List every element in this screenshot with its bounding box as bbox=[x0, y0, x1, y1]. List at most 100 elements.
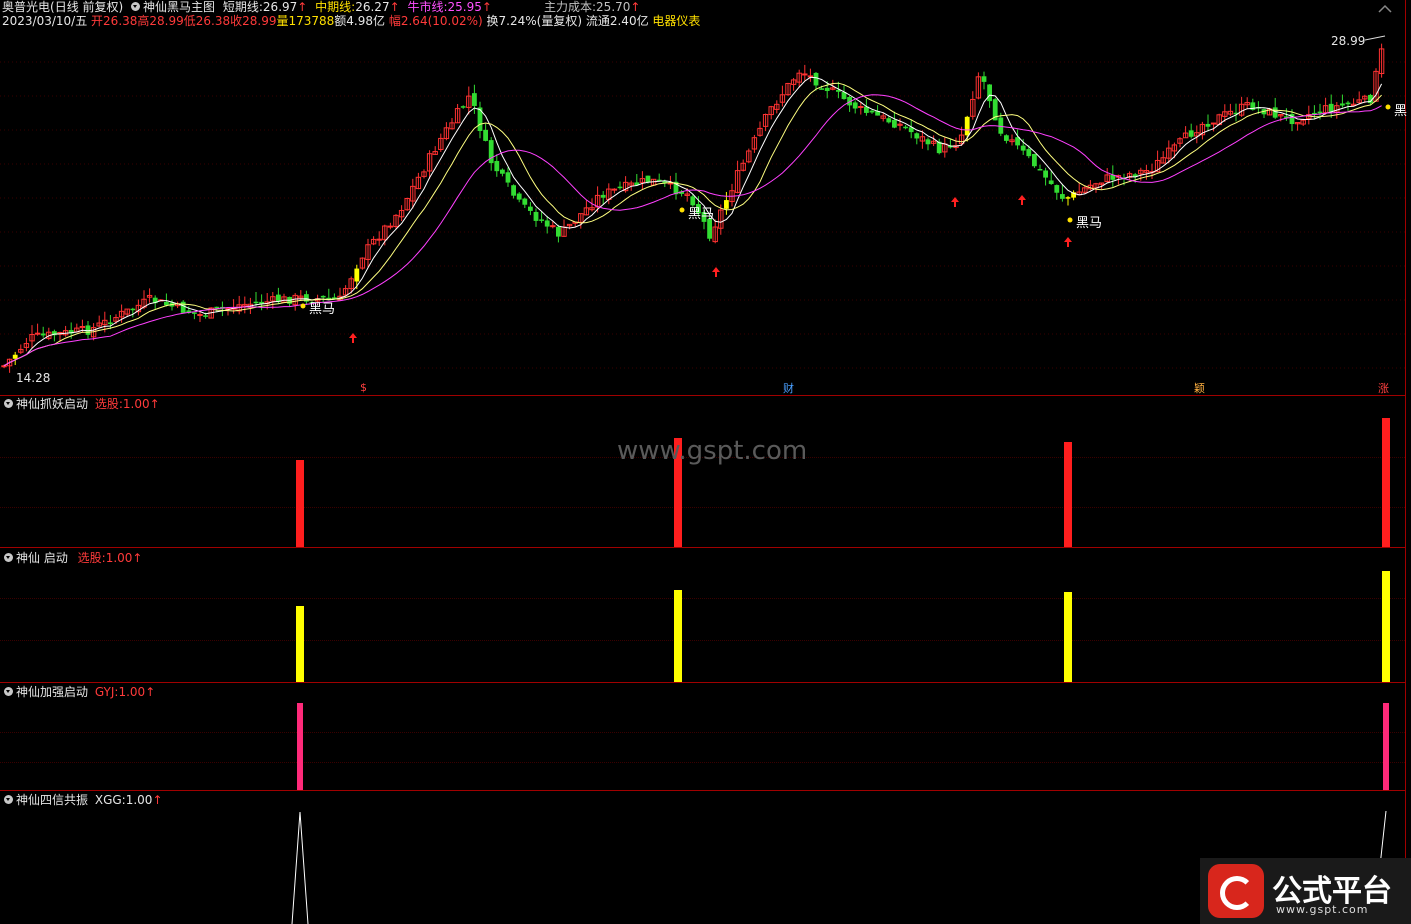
event-marker[interactable]: 颖 bbox=[1194, 380, 1205, 396]
candle-body bbox=[180, 301, 186, 313]
signal-bar bbox=[296, 460, 304, 547]
panel1-field: 选股: bbox=[94, 397, 123, 411]
cost-value: 25.70 bbox=[596, 0, 631, 14]
dropdown-icon[interactable] bbox=[131, 2, 141, 11]
candle-body bbox=[807, 75, 814, 78]
candle-body bbox=[1054, 185, 1060, 193]
candle-body bbox=[12, 354, 18, 359]
bull-line-label: 牛市线: bbox=[407, 0, 448, 14]
candle-body bbox=[1043, 170, 1048, 178]
heima-label: 黑马 bbox=[1076, 216, 1103, 231]
dropdown-icon[interactable] bbox=[4, 399, 13, 408]
indicator-menu[interactable]: 神仙黑马主图 bbox=[131, 0, 215, 14]
event-marker[interactable]: 涨 bbox=[1378, 380, 1389, 396]
up-arrow-icon: ↑ bbox=[630, 0, 641, 14]
signal-bar bbox=[296, 606, 304, 682]
buy-arrow-icon bbox=[1018, 195, 1026, 205]
candle-body bbox=[376, 238, 382, 241]
candle-body bbox=[528, 206, 533, 211]
candle-body bbox=[1205, 123, 1211, 127]
panel1-header: 神仙抓妖启动 选股:1.00↑ bbox=[4, 397, 160, 411]
indicator-pane-2[interactable]: 神仙 启动 选股:1.00↑ bbox=[0, 548, 1411, 683]
date-label: 2023/03/10/五 bbox=[2, 14, 88, 28]
float-label: 流通2.40亿 bbox=[585, 14, 649, 28]
indicator-1-bars bbox=[296, 418, 1390, 547]
signal-bar bbox=[1064, 442, 1072, 547]
main-header-row2: 2023/03/10/五 开26.38高28.99低26.38收28.99量17… bbox=[2, 14, 700, 28]
panel4-name[interactable]: 神仙四信共振 bbox=[16, 793, 88, 807]
logo-url: www.gspt.com bbox=[1276, 903, 1369, 916]
up-arrow-icon: ↑ bbox=[149, 397, 160, 411]
candle-body bbox=[108, 322, 113, 325]
dropdown-icon[interactable] bbox=[4, 795, 13, 804]
panel4-value: 1.00 bbox=[125, 793, 153, 807]
candle-body bbox=[858, 105, 864, 108]
candle-body bbox=[1020, 145, 1026, 151]
candle-body bbox=[869, 110, 875, 113]
indicator-pane-3[interactable]: 神仙加强启动 GYJ:1.00↑ bbox=[0, 683, 1411, 791]
candle-body bbox=[387, 225, 394, 228]
candle-body bbox=[892, 119, 897, 128]
indicator-pane-1[interactable]: 神仙抓妖启动 选股:1.00↑ www.gspt.com bbox=[0, 396, 1411, 548]
candle-body bbox=[203, 315, 208, 317]
period-label[interactable]: (日线 前复权) bbox=[50, 0, 123, 14]
scroll-up-button[interactable] bbox=[1374, 2, 1396, 16]
heima-dot bbox=[1067, 217, 1073, 223]
candle-body bbox=[40, 333, 46, 336]
candle-body bbox=[813, 72, 819, 86]
indicator-name: 神仙黑马主图 bbox=[143, 0, 216, 14]
main-chart-pane[interactable]: 奥普光电(日线 前复权) 神仙黑马主图 短期线:26.97↑ 中期线:26.27… bbox=[0, 0, 1411, 396]
signal-bar bbox=[674, 590, 682, 682]
candle-body bbox=[886, 118, 892, 123]
panel4-field: XGG: bbox=[94, 793, 126, 807]
candle-body bbox=[617, 186, 623, 189]
event-marker[interactable]: $ bbox=[360, 381, 367, 394]
high-price: 高28.99 bbox=[137, 14, 184, 28]
panel3-header: 神仙加强启动 GYJ:1.00↑ bbox=[4, 685, 155, 699]
candle-body bbox=[1272, 107, 1278, 118]
panel2-name[interactable]: 神仙 启动 bbox=[16, 551, 68, 565]
panel1-name[interactable]: 神仙抓妖启动 bbox=[16, 397, 88, 411]
candle-body bbox=[539, 219, 544, 221]
candle-body bbox=[824, 87, 830, 91]
candle-body bbox=[914, 133, 920, 139]
panel2-field: 选股: bbox=[77, 551, 106, 565]
candle-body bbox=[460, 106, 466, 108]
panel3-field: GYJ: bbox=[94, 685, 119, 699]
signal-bar bbox=[1382, 571, 1390, 682]
heima-label: 黑 bbox=[1394, 104, 1408, 119]
indicator-3-bars bbox=[297, 703, 1389, 790]
candle-body bbox=[130, 308, 136, 311]
dropdown-icon[interactable] bbox=[4, 553, 13, 562]
volume-label: 量173788 bbox=[276, 14, 335, 28]
buy-arrow-icon bbox=[712, 267, 720, 277]
close-price: 收28.99 bbox=[230, 14, 277, 28]
candle-body bbox=[533, 211, 539, 221]
candle-body bbox=[1210, 122, 1217, 125]
event-marker[interactable]: 财 bbox=[783, 380, 794, 396]
low-price: 低26.38 bbox=[183, 14, 231, 28]
main-header-row1: 奥普光电(日线 前复权) 神仙黑马主图 短期线:26.97↑ 中期线:26.27… bbox=[2, 0, 492, 14]
heima-dot bbox=[300, 303, 306, 309]
dropdown-icon[interactable] bbox=[4, 687, 13, 696]
watermark: www.gspt.com bbox=[617, 436, 808, 466]
candle-body bbox=[1026, 149, 1032, 157]
candlestick-chart[interactable] bbox=[0, 0, 1405, 396]
candle-body bbox=[724, 200, 729, 209]
candle-body bbox=[1004, 135, 1009, 141]
panel3-name[interactable]: 神仙加强启动 bbox=[16, 685, 88, 699]
candle-body bbox=[192, 312, 197, 314]
stock-name[interactable]: 奥普光电 bbox=[2, 0, 50, 14]
candle-body bbox=[1032, 154, 1037, 167]
candle-body bbox=[1060, 194, 1065, 199]
turnover-label: 换7.24%(量复权) bbox=[486, 14, 583, 28]
indicator-2-bars bbox=[296, 571, 1390, 682]
candle-body bbox=[1328, 103, 1334, 112]
heima-label: 黑马 bbox=[688, 207, 715, 222]
cost-label: 主力成本: bbox=[544, 0, 597, 14]
sector-label[interactable]: 电器仪表 bbox=[652, 14, 700, 28]
candle-body bbox=[516, 193, 522, 200]
heima-dot bbox=[679, 207, 685, 213]
candle-body bbox=[987, 84, 992, 102]
candle-body bbox=[488, 140, 494, 164]
